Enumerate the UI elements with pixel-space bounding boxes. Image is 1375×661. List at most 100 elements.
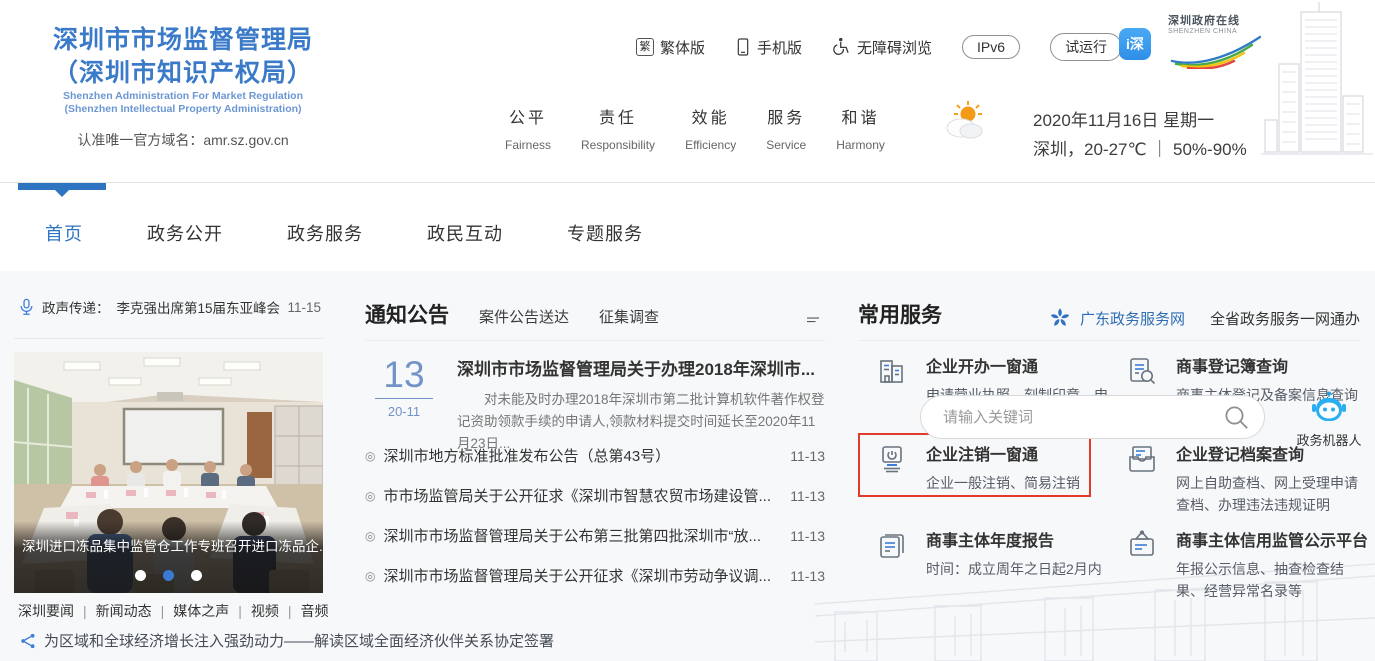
notice-item[interactable]: 市市场监管局关于公开征求《深圳市智慧农贸市场建设管... 11-13 [365,485,825,506]
main-navigation: 首页 政务公开 政务服务 政民互动 专题服务 政务机器人 [0,182,1375,448]
service-credit-platform[interactable]: 商事主体信用监管公示平台 年报公示信息、抽查检查结果、经营异常名录等 [1124,527,1368,602]
value-efficiency: 效能 Efficiency [685,104,736,152]
service-business-deregistration[interactable]: 企业注销一窗通 企业一般注销、简易注销 [874,441,1114,495]
accessibility-link[interactable]: 无障碍浏览 [832,37,932,58]
carousel-caption-overlay: 深圳进口冻品集中监管仓工作专班召开进口冻品企... [14,521,323,593]
share-icon [21,633,35,648]
value-responsibility: 责任 Responsibility [581,104,655,152]
service-name[interactable]: 商事主体信用监管公示平台 [1176,527,1368,551]
i-shenzhen-app-icon[interactable]: i深 [1119,28,1151,60]
ticker-date: 11-15 [287,299,321,315]
notice-title[interactable]: 市市场监管局关于公开征求《深圳市智慧农贸市场建设管... [383,485,776,506]
service-text: 商事主体信用监管公示平台 年报公示信息、抽查检查结果、经营异常名录等 [1176,527,1368,602]
service-name[interactable]: 商事主体年度报告 [926,527,1102,551]
org-name-cn-line2: （深圳市知识产权局） [52,59,313,87]
trial-run-badge[interactable]: 试运行 [1050,33,1123,61]
carousel-dot-3[interactable] [191,570,202,581]
notice-item[interactable]: 深圳市市场监督管理局关于公开征求《深圳市劳动争议调... 11-13 [365,565,825,586]
services-column: 常用服务 广东政务服务网 全省政务服务一网通办 企业开办一窗通 商事登记簿查询 … [858,283,1368,599]
site-logo[interactable]: 深圳市市场监督管理局 （深圳市知识产权局） Shenzhen Administr… [18,24,348,150]
bullet-icon [365,487,383,505]
link-audio[interactable]: 音频 [301,601,329,621]
portal-note-link[interactable]: 全省政务服务一网通办 [1210,308,1360,329]
guangdong-portal-icon [1050,308,1070,326]
date-line: 2020年11月16日 星期一 [1033,111,1215,130]
tab-gov-disclosure[interactable]: 政务公开 [147,220,223,246]
carousel-dot-1[interactable] [135,570,146,581]
featured-title[interactable]: 深圳市市场监督管理局关于办理2018年深圳市... [457,355,825,380]
more-icon[interactable] [801,317,825,329]
building-icon [880,360,903,383]
org-name-en-line2: (Shenzhen Intellectual Property Administ… [64,103,302,115]
notice-title[interactable]: 深圳市市场监督管理局关于公开征求《深圳市劳动争议调... [383,565,776,586]
news-carousel[interactable]: 深圳进口冻品集中监管仓工作专班召开进口冻品企... [14,352,323,593]
tab-public-interaction[interactable]: 政民互动 [427,220,503,246]
value-en: Responsibility [581,138,656,152]
service-annual-report[interactable]: 商事主体年度报告 时间：成立周年之日起2月内 [874,527,1114,581]
weather-sun-cloud-icon [946,101,983,139]
carousel-caption[interactable]: 深圳进口冻品集中监管仓工作专班召开进口冻品企... [14,535,323,555]
service-text: 商事主体年度报告 时间：成立周年之日起2月内 [926,527,1102,581]
notice-item[interactable]: 深圳市市场监督管理局关于公布第三批第四批深圳市“放... 11-13 [365,525,825,546]
power-icon [882,446,902,473]
search-box[interactable] [920,395,1265,439]
notice-date: 11-13 [790,567,825,584]
robot-icon [1312,391,1346,421]
value-en: Service [766,138,807,152]
link-shenzhen-news[interactable]: 深圳要闻 [18,601,96,621]
service-name[interactable]: 企业注销一窗通 [926,441,1080,465]
ticker-headline[interactable]: 李克强出席第15届东亚峰会 [117,297,281,317]
mobile-version-link[interactable]: 手机版 [735,37,802,58]
ipv6-badge[interactable]: IPv6 [962,35,1021,59]
tab-special-services[interactable]: 专题服务 [567,220,643,246]
notice-date: 11-13 [790,527,825,544]
doc-search-icon [1130,358,1156,385]
notice-date: 11-13 [790,487,825,504]
divider [14,338,323,339]
traditional-version-link[interactable]: 繁 繁体版 [636,37,705,58]
notices-header: 通知公告 案件公告送达 征集调查 [365,283,825,329]
voice-ticker: 政声传递： 李克强出席第15届东亚峰会 11-15 [14,283,323,317]
rainbow-swoosh-icon [1170,35,1262,70]
search-icon[interactable] [1223,404,1250,431]
guangdong-portal-link[interactable]: 广东政务服务网 [1080,308,1185,329]
microphone-icon [20,298,33,315]
nav-items: 首页 政务公开 政务服务 政民互动 专题服务 [45,220,707,246]
traditional-icon: 繁 [636,38,654,56]
traditional-label: 繁体版 [660,39,706,57]
carousel-dot-2[interactable] [163,570,174,581]
service-name[interactable]: 企业开办一窗通 [926,353,1114,377]
mobile-label: 手机版 [757,39,803,57]
link-media-voice[interactable]: 媒体之声 [173,601,251,621]
notice-title[interactable]: 深圳市市场监督管理局关于公布第三批第四批深圳市“放... [383,525,776,546]
tab-case-announcements[interactable]: 案件公告送达 [479,306,569,329]
notice-title[interactable]: 深圳市地方标准批准发布公告（总第43号） [383,445,776,466]
service-archive-search[interactable]: 企业登记档案查询 网上自助查档、网上受理申请查档、办理违法违规证明 [1124,441,1360,516]
notice-item[interactable]: 深圳市地方标准批准发布公告（总第43号） 11-13 [365,445,825,466]
board-icon [1130,530,1154,556]
value-harmony: 和谐 Harmony [836,104,885,152]
featured-notice[interactable]: 13 20-11 深圳市市场监督管理局关于办理2018年深圳市... 对未能及时… [365,355,825,455]
value-cn: 公平 [509,110,548,127]
shenzhen-gov-online-logo[interactable]: 深圳政府在线 SHENZHEN CHINA [1168,12,1268,74]
link-news-updates[interactable]: 新闻动态 [96,601,174,621]
notices-title[interactable]: 通知公告 [365,299,449,329]
tab-surveys[interactable]: 征集调查 [599,306,659,329]
report-icon [880,534,904,558]
link-video[interactable]: 视频 [251,601,301,621]
robot-label: 政务机器人 [1296,433,1362,448]
service-name[interactable]: 商事登记簿查询 [1176,353,1358,377]
footer-ticker-text[interactable]: 为区域和全球经济增长注入强劲动力——解读区域全面经济伙伴关系协定签署 [44,630,554,651]
carousel-dots [14,570,323,581]
weather-block: 2020年11月16日 星期一 深圳，20-27℃ ｜ 50%-90% [1033,106,1247,164]
tab-gov-services[interactable]: 政务服务 [287,220,363,246]
bullet-icon [365,567,383,585]
value-service: 服务 Service [766,104,806,152]
search-input[interactable] [943,397,1213,437]
gov-logo-en: SHENZHEN CHINA [1168,28,1238,35]
gov-robot-entry[interactable]: 政务机器人 [1292,391,1366,449]
service-desc: 年报公示信息、抽查检查结果、经营异常名录等 [1176,561,1344,599]
tab-home[interactable]: 首页 [45,220,83,246]
news-column: 政声传递： 李克强出席第15届东亚峰会 11-15 深圳进口冻品集中监管仓工作专… [14,283,329,619]
value-en: Fairness [505,138,552,152]
